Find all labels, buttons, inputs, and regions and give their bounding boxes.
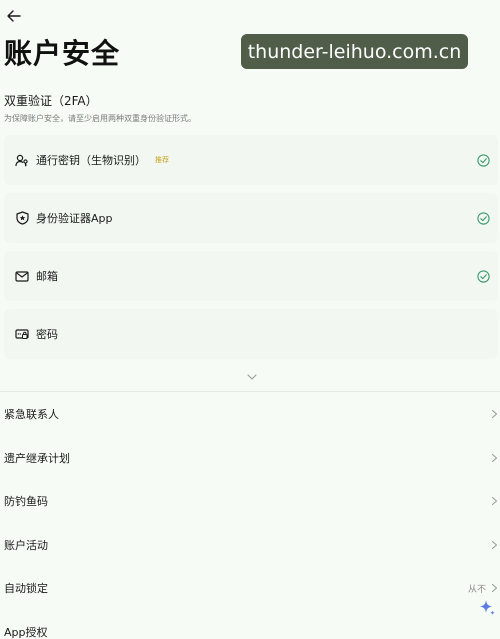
email-label: 邮箱 xyxy=(36,270,58,283)
watermark: thunder-leihuo.com.cn xyxy=(241,34,468,69)
check-circle-icon xyxy=(477,269,490,283)
settings-row-emergency-contact[interactable]: 紧急联系人 xyxy=(0,399,500,429)
passkey-label: 通行密钥（生物识别） xyxy=(36,154,146,167)
twofa-item-authenticator[interactable]: 身份验证器App xyxy=(4,193,498,243)
password-label: 密码 xyxy=(36,328,58,341)
section-divider xyxy=(0,391,500,392)
twofa-item-password[interactable]: 密码 xyxy=(4,309,498,359)
recommended-badge: 推荐 xyxy=(155,156,169,164)
twofa-item-label: 通行密钥（生物识别） 推荐 xyxy=(36,152,169,168)
settings-row-label: 账户活动 xyxy=(4,539,48,552)
email-icon xyxy=(15,269,29,283)
twofa-section-title: 双重验证（2FA） xyxy=(4,94,98,108)
sparkle-icon xyxy=(480,600,495,616)
chevron-right-icon xyxy=(491,453,498,463)
passkey-icon xyxy=(15,153,29,167)
chevron-right-icon xyxy=(491,409,498,419)
settings-row-account-activity[interactable]: 账户活动 xyxy=(0,530,500,560)
auto-lock-value: 从不 xyxy=(467,584,486,595)
back-button[interactable] xyxy=(4,6,24,26)
settings-row-label: 遗产继承计划 xyxy=(4,452,70,465)
twofa-section-description: 为保障账户安全，请至少启用两种双重身份验证形式。 xyxy=(4,114,196,123)
settings-row-anti-phishing-code[interactable]: 防钓鱼码 xyxy=(0,486,500,516)
authenticator-label: 身份验证器App xyxy=(36,212,113,225)
twofa-item-passkey[interactable]: 通行密钥（生物识别） 推荐 xyxy=(4,135,498,185)
expand-more-button[interactable] xyxy=(246,367,258,380)
check-circle-icon xyxy=(477,211,490,225)
settings-row-label: 自动锁定 xyxy=(4,582,48,595)
settings-row-label: 紧急联系人 xyxy=(4,408,59,421)
authenticator-icon xyxy=(15,211,29,225)
check-circle-icon xyxy=(477,153,490,167)
arrow-left-icon xyxy=(7,10,21,22)
chevron-right-icon xyxy=(491,496,498,506)
chevron-right-icon xyxy=(491,583,498,593)
chevron-down-icon xyxy=(247,374,257,380)
chevron-right-icon xyxy=(491,540,498,550)
password-icon xyxy=(15,327,29,341)
settings-row-auto-lock[interactable]: 自动锁定 从不 xyxy=(0,573,500,603)
settings-row-label: 防钓鱼码 xyxy=(4,495,48,508)
settings-row-label: App授权 xyxy=(4,626,48,639)
settings-row-inheritance-plan[interactable]: 遗产继承计划 xyxy=(0,443,500,473)
settings-row-app-authorization[interactable]: App授权 xyxy=(0,617,500,639)
twofa-item-email[interactable]: 邮箱 xyxy=(4,251,498,301)
page-title: 账户安全 xyxy=(4,37,121,70)
assistant-button[interactable] xyxy=(476,597,498,619)
